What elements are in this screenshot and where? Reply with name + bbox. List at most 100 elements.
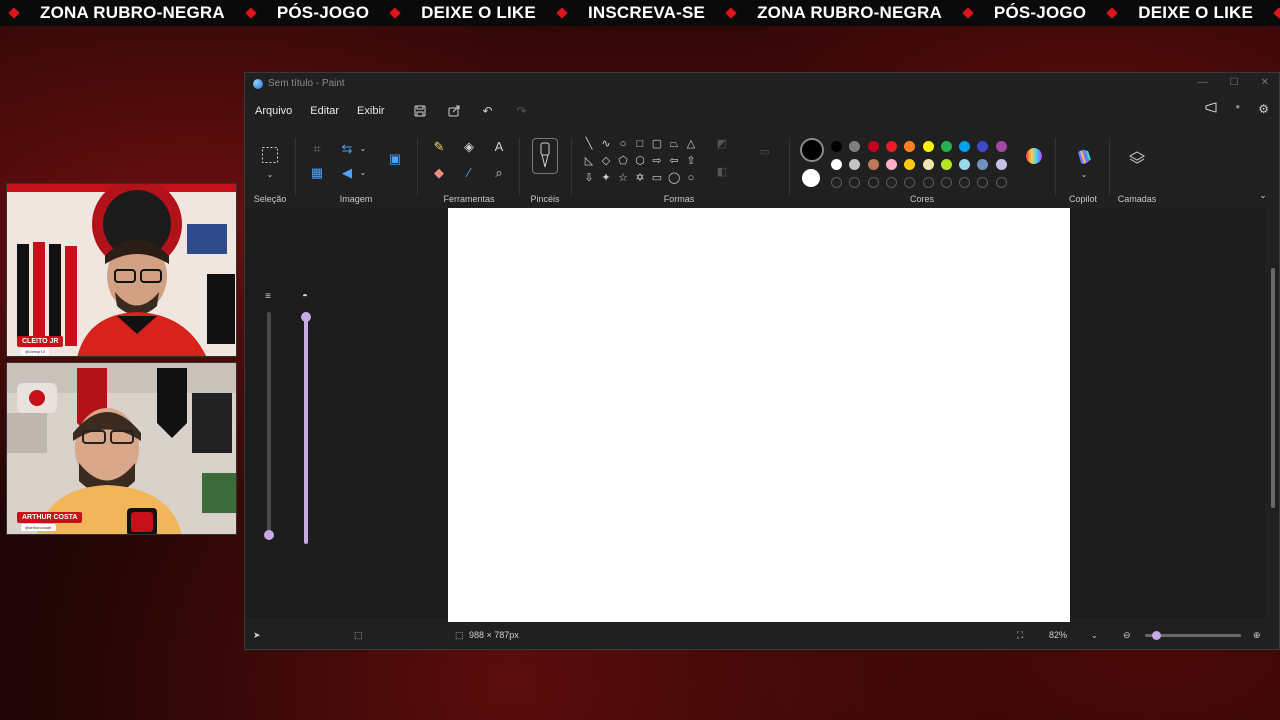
rotate-icon[interactable]: ◀ [339, 166, 355, 180]
redo-icon[interactable]: ↷ [505, 101, 539, 121]
resize-dropdown-icon[interactable]: ⌄ [355, 142, 371, 156]
menu-arquivo[interactable]: Arquivo [255, 105, 302, 117]
feedback-icon[interactable] [1205, 102, 1217, 117]
shape-right-triangle-icon[interactable]: ◺ [583, 155, 595, 167]
shape-fill-icon[interactable]: ◧ [716, 166, 728, 178]
palette-color-swatch[interactable] [849, 141, 861, 152]
secondary-color-swatch[interactable] [802, 169, 820, 187]
shape-arrow-up-icon[interactable]: ⇧ [685, 155, 697, 167]
shape-diamond-icon[interactable]: ◇ [600, 155, 612, 167]
custom-color-slot[interactable] [995, 177, 1007, 188]
shape-star6-icon[interactable]: ✡ [634, 172, 646, 184]
shape-callout-cloud-icon[interactable]: ○ [685, 172, 697, 184]
account-icon[interactable]: ● [1235, 102, 1240, 117]
settings-gear-icon[interactable]: ⚙ [1258, 102, 1269, 117]
brush-size-slider[interactable] [267, 312, 271, 540]
text-icon[interactable]: A [491, 140, 507, 154]
custom-color-slot[interactable] [977, 177, 989, 188]
palette-color-swatch[interactable] [867, 141, 879, 152]
zoom-in-icon[interactable]: ⊕ [1253, 630, 1261, 641]
brush-size-thumb[interactable] [264, 530, 274, 540]
shape-curve-icon[interactable]: ∿ [600, 138, 612, 150]
vertical-scrollbar[interactable] [1271, 213, 1275, 613]
color-wheel-icon[interactable] [1025, 147, 1042, 168]
palette-color-swatch[interactable] [831, 141, 842, 152]
palette-color-swatch[interactable] [940, 141, 952, 152]
zoom-out-icon[interactable]: ⊖ [1123, 630, 1131, 641]
select-rectangle-icon[interactable] [261, 146, 279, 167]
zoom-dropdown-icon[interactable]: ⌄ [1091, 631, 1098, 640]
custom-color-slot[interactable] [940, 177, 952, 188]
color-picker-icon[interactable]: ⁄ [461, 166, 477, 180]
shape-callout-oval-icon[interactable]: ◯ [668, 172, 680, 184]
fill-bucket-icon[interactable]: ◈ [461, 140, 477, 154]
shape-outline-icon[interactable]: ◩ [716, 138, 728, 150]
shape-polygon-icon[interactable]: ⏢ [668, 138, 680, 150]
shape-rounded-rectangle-icon[interactable]: ▢ [651, 138, 663, 150]
primary-color-swatch[interactable] [800, 138, 824, 162]
maximize-icon[interactable]: ☐ [1230, 77, 1239, 88]
custom-color-slot[interactable] [959, 177, 971, 188]
minimize-icon[interactable]: — [1198, 77, 1208, 88]
shape-oval-icon[interactable]: ○ [617, 138, 629, 150]
undo-icon[interactable]: ↶ [471, 101, 505, 121]
shape-arrow-left-icon[interactable]: ⇦ [668, 155, 680, 167]
custom-color-slot[interactable] [922, 177, 934, 188]
opacity-thumb[interactable] [301, 312, 311, 322]
shape-hexagon-icon[interactable]: ⬡ [634, 155, 646, 167]
zoom-level-value[interactable]: 82% [1049, 630, 1067, 640]
brush-selector-button[interactable] [532, 138, 558, 174]
custom-color-slot[interactable] [904, 177, 916, 188]
copilot-icon[interactable] [1075, 148, 1091, 169]
custom-color-slot[interactable] [849, 177, 861, 188]
close-icon[interactable]: ✕ [1261, 77, 1269, 88]
crop-icon[interactable]: ⌗ [309, 142, 325, 156]
drawing-canvas[interactable] [448, 208, 1070, 622]
palette-color-swatch[interactable] [849, 159, 861, 170]
pencil-icon[interactable]: ✎ [431, 140, 447, 154]
save-icon[interactable] [403, 101, 437, 121]
shape-arrow-right-icon[interactable]: ⇨ [651, 155, 663, 167]
shape-star4-icon[interactable]: ✦ [600, 172, 612, 184]
palette-color-swatch[interactable] [922, 159, 934, 170]
rotate-dropdown-icon[interactable]: ⌄ [355, 166, 371, 180]
remove-background-icon[interactable]: ▦ [309, 166, 325, 180]
palette-color-swatch[interactable] [995, 141, 1007, 152]
shape-triangle-icon[interactable]: △ [685, 138, 697, 150]
shape-callout-rect-icon[interactable]: ▭ [651, 172, 663, 184]
palette-color-swatch[interactable] [959, 159, 971, 170]
palette-color-swatch[interactable] [885, 159, 897, 170]
shape-more-icon[interactable]: ▭ [759, 146, 771, 158]
palette-color-swatch[interactable] [922, 141, 934, 152]
zoom-slider-thumb[interactable] [1152, 631, 1161, 640]
selection-dropdown-icon[interactable]: ⌄ [262, 168, 278, 182]
image-select-icon[interactable]: ▣ [387, 152, 403, 166]
palette-color-swatch[interactable] [977, 159, 989, 170]
layers-icon[interactable] [1128, 150, 1146, 169]
eraser-icon[interactable]: ◆ [431, 166, 447, 180]
palette-color-swatch[interactable] [831, 159, 842, 170]
palette-color-swatch[interactable] [940, 159, 952, 170]
shape-line-icon[interactable]: ╲ [583, 138, 595, 150]
resize-icon[interactable]: ⇆ [339, 142, 355, 156]
shape-rectangle-icon[interactable]: □ [634, 138, 646, 150]
magnifier-icon[interactable]: ⌕ [491, 166, 507, 180]
palette-color-swatch[interactable] [995, 159, 1007, 170]
palette-color-swatch[interactable] [885, 141, 897, 152]
palette-color-swatch[interactable] [867, 159, 879, 170]
menu-editar[interactable]: Editar [310, 105, 349, 117]
fit-to-window-icon[interactable]: ⛶ [1017, 630, 1023, 641]
menu-exibir[interactable]: Exibir [357, 105, 395, 117]
palette-color-swatch[interactable] [904, 141, 916, 152]
palette-color-swatch[interactable] [904, 159, 916, 170]
share-icon[interactable] [437, 101, 471, 121]
shape-arrow-down-icon[interactable]: ⇩ [583, 172, 595, 184]
shape-star5-icon[interactable]: ☆ [617, 172, 629, 184]
palette-color-swatch[interactable] [959, 141, 971, 152]
opacity-slider[interactable] [304, 312, 308, 544]
custom-color-slot[interactable] [867, 177, 879, 188]
shape-pentagon-icon[interactable]: ⬠ [617, 155, 629, 167]
palette-color-swatch[interactable] [977, 141, 989, 152]
copilot-dropdown-icon[interactable]: ⌄ [1076, 168, 1092, 182]
custom-color-slot[interactable] [831, 177, 842, 188]
